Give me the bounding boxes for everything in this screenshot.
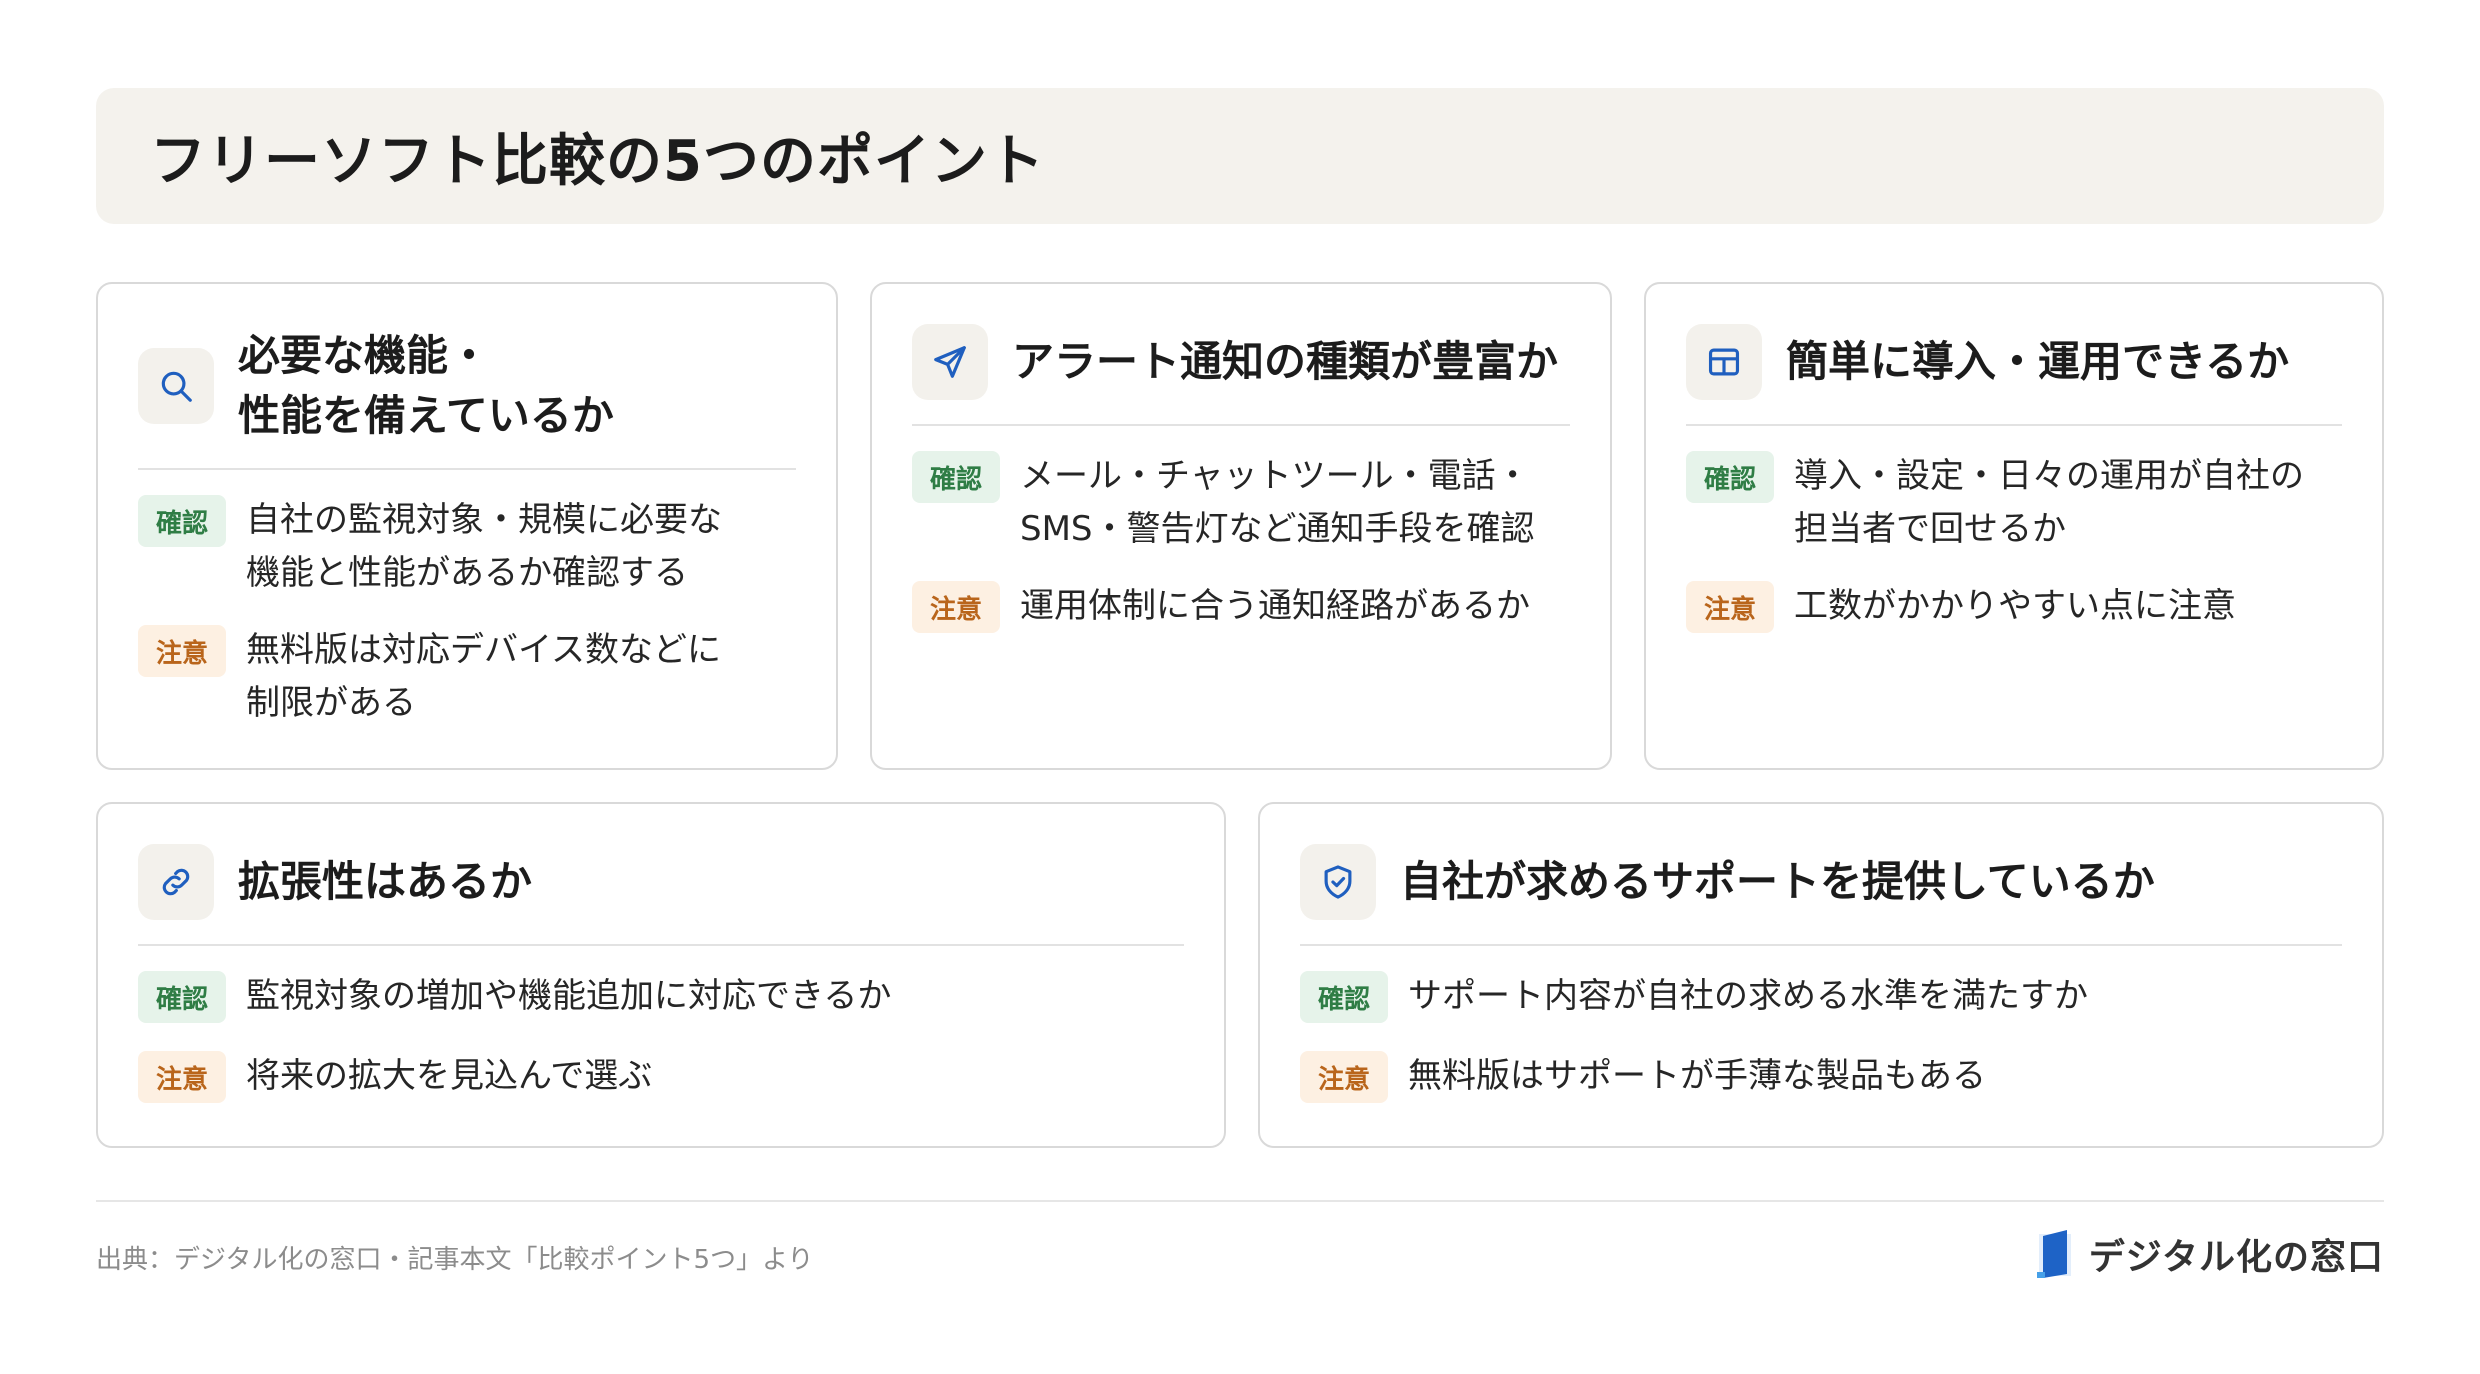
confirm-text: 導入・設定・日々の運用が自社の 担当者で回せるか (1794, 456, 2304, 549)
card-divider (912, 424, 1570, 426)
caution-text: 工数がかかりやすい点に注意 (1794, 586, 2236, 626)
card-title: 簡単に導入・運用できるか (1786, 337, 2290, 386)
caution-badge: 注意 (1686, 581, 1774, 633)
point-card-ease-of-use: 簡単に導入・運用できるか 確認 導入・設定・日々の運用が自社の 担当者で回せるか… (1644, 282, 2384, 770)
confirm-row: 確認 導入・設定・日々の運用が自社の 担当者で回せるか (1686, 450, 2352, 556)
caution-row: 注意 運用体制に合う通知経路があるか (912, 580, 1580, 633)
card-divider (138, 944, 1184, 946)
brand-name: デジタル化の窓口 (2088, 1237, 2384, 1278)
confirm-text: サポート内容が自社の求める水準を満たすか (1408, 976, 2088, 1016)
confirm-badge: 確認 (1300, 971, 1388, 1023)
search-icon (138, 348, 214, 424)
caution-text: 将来の拡大を見込んで選ぶ (246, 1056, 653, 1096)
caution-row: 注意 無料版はサポートが手薄な製品もある (1300, 1050, 2352, 1103)
caution-text: 無料版は対応デバイス数などに 制限がある (246, 630, 721, 723)
point-card-scalability: 拡張性はあるか 確認 監視対象の増加や機能追加に対応できるか 注意 将来の拡大を… (96, 802, 1226, 1148)
confirm-badge: 確認 (1686, 451, 1774, 503)
caution-badge: 注意 (138, 625, 226, 677)
source-note: 出典：デジタル化の窓口・記事本文「比較ポイント5つ」より (96, 1245, 814, 1275)
confirm-badge: 確認 (138, 971, 226, 1023)
caution-badge: 注意 (912, 581, 1000, 633)
card-divider (138, 468, 796, 470)
window-logo-icon (2036, 1230, 2071, 1278)
caution-text: 運用体制に合う通知経路があるか (1020, 586, 1530, 626)
caution-badge: 注意 (138, 1051, 226, 1103)
confirm-text: 自社の監視対象・規模に必要な 機能と性能があるか確認する (246, 500, 722, 593)
point-card-features: 必要な機能・ 性能を備えているか 確認 自社の監視対象・規模に必要な 機能と性能… (96, 282, 838, 770)
link-icon (138, 844, 214, 920)
brand-logo: デジタル化の窓口 (2035, 1228, 2384, 1280)
confirm-text: メール・チャットツール・電話・ SMS・警告灯など通知手段を確認 (1020, 456, 1535, 549)
confirm-row: 確認 サポート内容が自社の求める水準を満たすか (1300, 970, 2352, 1023)
card-title: 自社が求めるサポートを提供しているか (1400, 857, 2155, 906)
caution-badge: 注意 (1300, 1051, 1388, 1103)
caution-row: 注意 将来の拡大を見込んで選ぶ (138, 1050, 1194, 1103)
card-title: 必要な機能・ 性能を備えているか (238, 331, 614, 440)
shield-check-icon (1300, 844, 1376, 920)
confirm-row: 確認 監視対象の増加や機能追加に対応できるか (138, 970, 1194, 1023)
point-card-alerts: アラート通知の種類が豊富か 確認 メール・チャットツール・電話・ SMS・警告灯… (870, 282, 1612, 770)
confirm-text: 監視対象の増加や機能追加に対応できるか (246, 976, 892, 1016)
page-title: フリーソフト比較の5つのポイント (150, 128, 1045, 194)
card-divider (1300, 944, 2342, 946)
send-icon (912, 324, 988, 400)
card-title: アラート通知の種類が豊富か (1012, 337, 1559, 386)
caution-text: 無料版はサポートが手薄な製品もある (1408, 1056, 1986, 1096)
confirm-badge: 確認 (138, 495, 226, 547)
confirm-row: 確認 メール・チャットツール・電話・ SMS・警告灯など通知手段を確認 (912, 450, 1580, 556)
layout-grid-icon (1686, 324, 1762, 400)
title-banner: フリーソフト比較の5つのポイント (96, 88, 2384, 224)
point-card-support: 自社が求めるサポートを提供しているか 確認 サポート内容が自社の求める水準を満た… (1258, 802, 2384, 1148)
caution-row: 注意 無料版は対応デバイス数などに 制限がある (138, 624, 806, 730)
card-divider (1686, 424, 2342, 426)
confirm-row: 確認 自社の監視対象・規模に必要な 機能と性能があるか確認する (138, 494, 806, 600)
card-title: 拡張性はあるか (238, 857, 533, 906)
caution-row: 注意 工数がかかりやすい点に注意 (1686, 580, 2352, 633)
footer-divider (96, 1200, 2384, 1202)
confirm-badge: 確認 (912, 451, 1000, 503)
